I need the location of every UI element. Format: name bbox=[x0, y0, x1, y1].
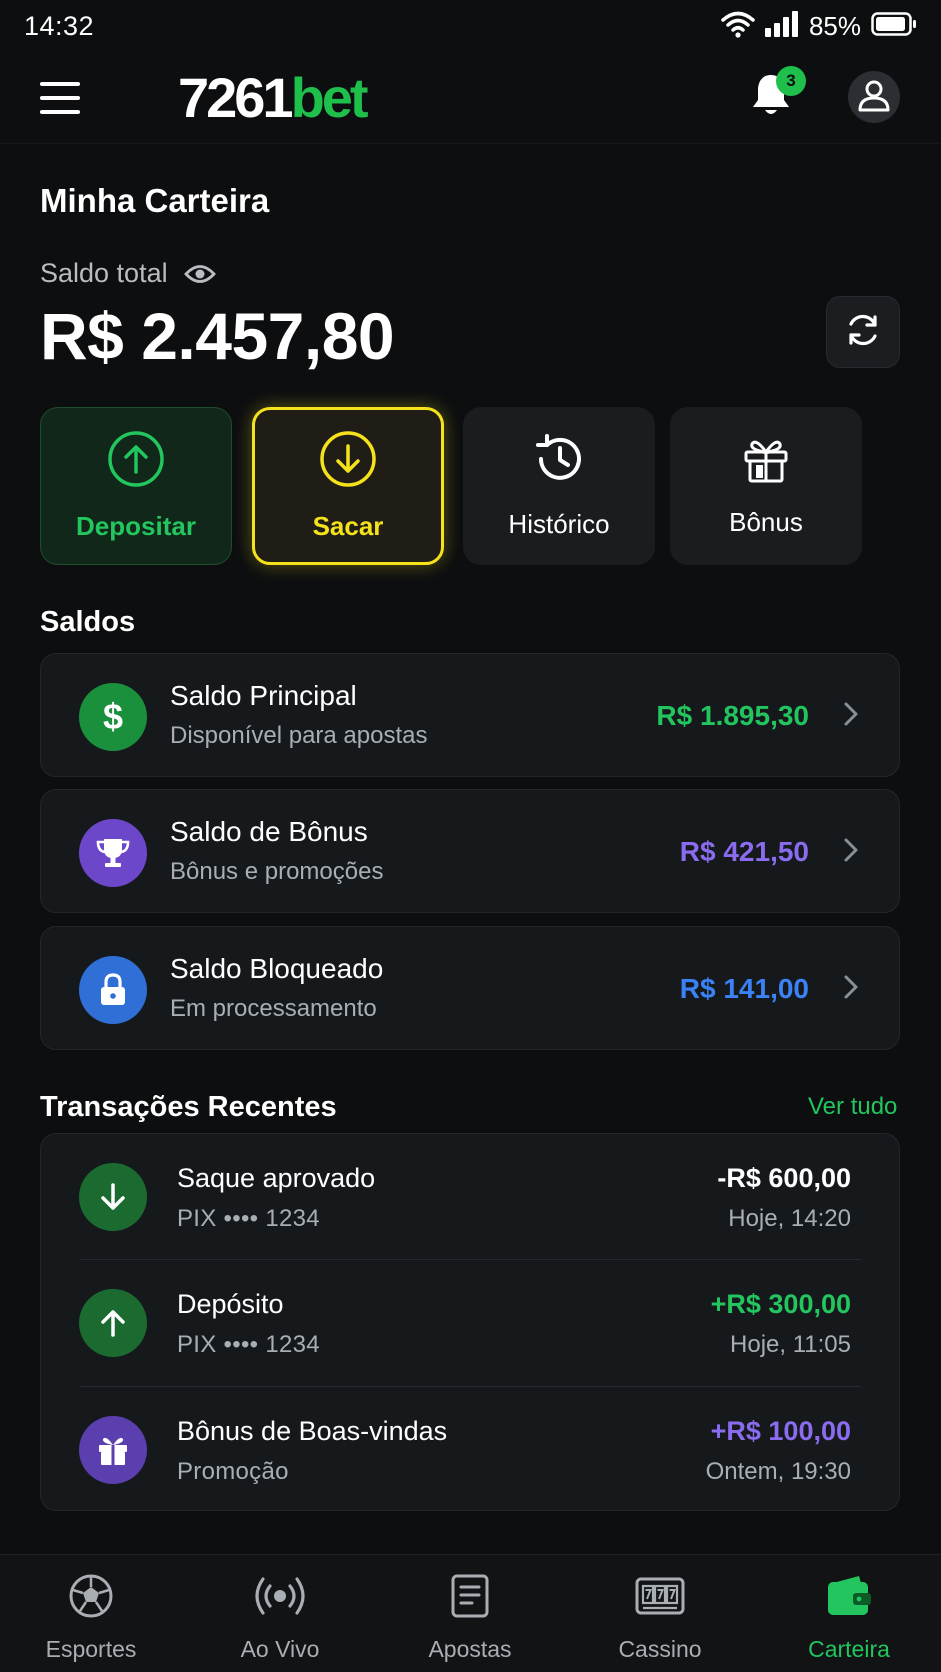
user-icon bbox=[857, 78, 891, 117]
refresh-icon bbox=[844, 311, 882, 354]
profile-avatar[interactable] bbox=[848, 71, 900, 123]
balance-subtitle: Em processamento bbox=[170, 995, 377, 1022]
arrow-down-icon bbox=[79, 1163, 147, 1231]
transaction-method: PIX •••• 1234 bbox=[177, 1331, 320, 1358]
transaction-time: Ontem, 19:30 bbox=[705, 1458, 851, 1485]
chevron-right-icon bbox=[843, 700, 859, 733]
status-bar: 14:32 85% bbox=[0, 0, 941, 52]
lock-icon bbox=[79, 956, 147, 1024]
arrow-down-circle-icon bbox=[319, 430, 377, 493]
menu-icon[interactable] bbox=[40, 81, 80, 114]
arrow-up-icon bbox=[79, 1289, 147, 1357]
nav-item-sports[interactable]: Esportes bbox=[16, 1555, 166, 1672]
bell-icon bbox=[750, 75, 792, 122]
bonus-button[interactable]: Bônus bbox=[670, 407, 862, 565]
balances-section-title: Saldos bbox=[40, 606, 136, 638]
balance-title: Saldo de Bônus bbox=[170, 816, 368, 847]
balance-card-main[interactable]: $ Saldo Principal Disponível para aposta… bbox=[40, 653, 900, 777]
withdraw-button[interactable]: Sacar bbox=[252, 407, 444, 565]
trophy-icon bbox=[79, 819, 147, 887]
balance-card-bonus[interactable]: Saldo de Bônus Bônus e promoções R$ 421,… bbox=[40, 789, 900, 913]
gift-icon bbox=[742, 434, 790, 489]
slot-machine-icon bbox=[634, 1573, 686, 1624]
see-all-link[interactable]: Ver tudo bbox=[808, 1093, 897, 1121]
transaction-title: Bônus de Boas-vindas bbox=[177, 1416, 448, 1446]
transaction-method: Promoção bbox=[177, 1458, 289, 1485]
transaction-amount: -R$ 600,00 bbox=[717, 1163, 851, 1193]
bet-slip-icon bbox=[450, 1573, 490, 1624]
transaction-method: PIX •••• 1234 bbox=[177, 1205, 320, 1232]
nav-item-casino[interactable]: Cassino bbox=[585, 1555, 735, 1672]
transaction-row[interactable]: Bônus de Boas-vindas Promoção +R$ 100,00… bbox=[41, 1387, 901, 1513]
status-time: 14:32 bbox=[24, 10, 95, 41]
notification-badge: 3 bbox=[776, 66, 806, 96]
svg-text:$: $ bbox=[103, 697, 123, 737]
balance-amount: R$ 421,50 bbox=[679, 836, 809, 867]
balance-subtitle: Disponível para apostas bbox=[170, 722, 428, 749]
transactions-list: Saque aprovado PIX •••• 1234 -R$ 600,00 … bbox=[40, 1133, 900, 1511]
wallet-icon bbox=[825, 1573, 873, 1624]
nav-item-wallet[interactable]: Carteira bbox=[774, 1555, 924, 1672]
bottom-nav: Esportes Ao Vivo Apostas Cassino Carteir… bbox=[0, 1554, 941, 1672]
battery-percentage: 85% bbox=[808, 10, 861, 41]
dollar-icon: $ bbox=[79, 683, 147, 751]
balance-card-blocked[interactable]: Saldo Bloqueado Em processamento R$ 141,… bbox=[40, 926, 900, 1050]
chevron-right-icon bbox=[843, 836, 859, 869]
balance-amount: R$ 141,00 bbox=[679, 973, 809, 1004]
transaction-amount: +R$ 300,00 bbox=[710, 1289, 851, 1319]
balance-title: Saldo Principal bbox=[170, 680, 357, 711]
total-balance-label: Saldo total bbox=[40, 258, 216, 289]
balance-subtitle: Bônus e promoções bbox=[170, 858, 384, 885]
nav-item-live[interactable]: Ao Vivo bbox=[205, 1555, 355, 1672]
transaction-amount: +R$ 100,00 bbox=[710, 1416, 851, 1446]
total-balance-value: R$ 2.457,80 bbox=[40, 299, 395, 373]
deposit-button[interactable]: Depositar bbox=[40, 407, 232, 565]
brand-logo[interactable]: 7261bet bbox=[178, 69, 369, 126]
transaction-title: Saque aprovado bbox=[177, 1163, 376, 1193]
eye-icon[interactable] bbox=[183, 263, 216, 285]
battery-icon bbox=[871, 11, 917, 41]
chevron-right-icon bbox=[843, 973, 859, 1006]
arrow-up-circle-icon bbox=[107, 430, 165, 493]
status-icons: 85% bbox=[721, 10, 917, 43]
transaction-time: Hoje, 14:20 bbox=[728, 1205, 851, 1232]
transaction-time: Hoje, 11:05 bbox=[730, 1331, 851, 1358]
notifications-button[interactable]: 3 bbox=[750, 66, 806, 122]
history-button[interactable]: Histórico bbox=[463, 407, 655, 565]
transaction-row[interactable]: Saque aprovado PIX •••• 1234 -R$ 600,00 … bbox=[41, 1134, 901, 1260]
transactions-section-title: Transações Recentes bbox=[40, 1091, 337, 1123]
transaction-title: Depósito bbox=[177, 1289, 284, 1319]
gift-icon bbox=[79, 1416, 147, 1484]
history-clock-icon bbox=[532, 432, 586, 491]
signal-icon bbox=[764, 10, 799, 42]
balance-amount: R$ 1.895,30 bbox=[656, 700, 809, 731]
live-broadcast-icon bbox=[253, 1573, 307, 1624]
page-title: Minha Carteira bbox=[40, 182, 270, 219]
nav-item-bets[interactable]: Apostas bbox=[395, 1555, 545, 1672]
app-header: 7261bet 3 bbox=[0, 52, 941, 144]
refresh-button[interactable] bbox=[826, 296, 900, 368]
transaction-row[interactable]: Depósito PIX •••• 1234 +R$ 300,00 Hoje, … bbox=[41, 1260, 901, 1386]
balance-title: Saldo Bloqueado bbox=[170, 953, 384, 984]
soccer-ball-icon bbox=[68, 1573, 114, 1624]
wifi-icon bbox=[721, 10, 755, 43]
